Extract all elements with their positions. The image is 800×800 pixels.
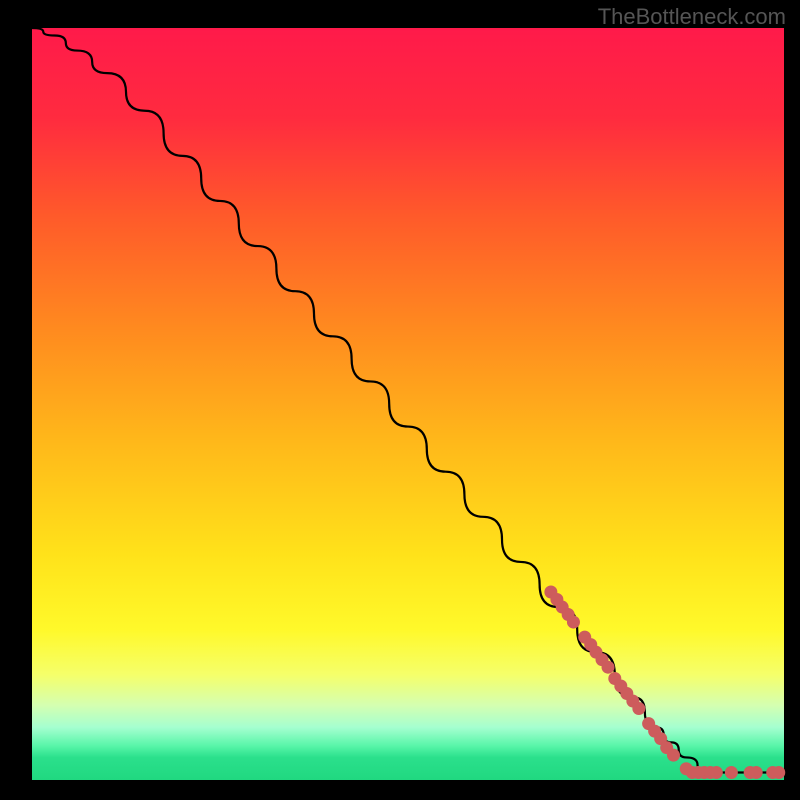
plot-area	[32, 28, 784, 780]
watermark-text: TheBottleneck.com	[598, 4, 786, 30]
data-dot	[602, 661, 615, 674]
data-dot	[710, 766, 723, 779]
data-dot	[632, 702, 645, 715]
chart-svg	[0, 0, 800, 800]
data-dot	[667, 749, 680, 762]
data-dot	[567, 616, 580, 629]
data-dot	[750, 766, 763, 779]
data-dot	[772, 766, 785, 779]
data-dot	[725, 766, 738, 779]
chart-container: TheBottleneck.com	[0, 0, 800, 800]
